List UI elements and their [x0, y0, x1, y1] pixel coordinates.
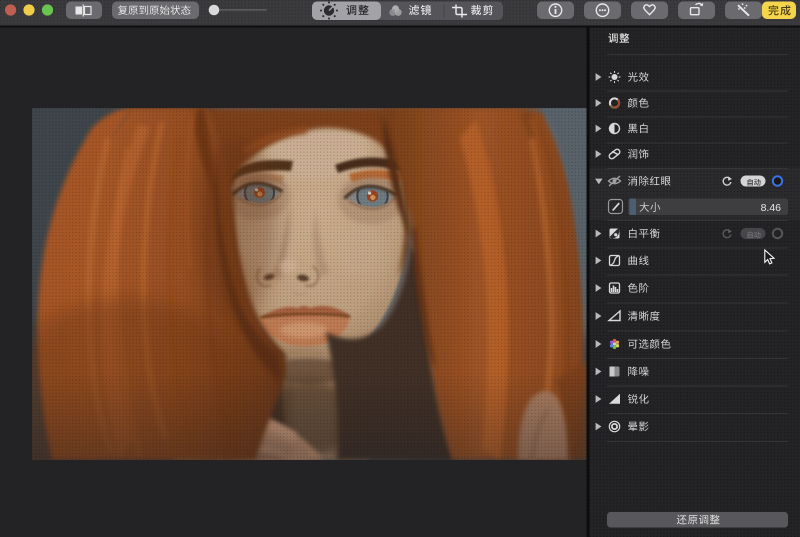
svg-text:8.46: 8.46 — [761, 202, 782, 214]
